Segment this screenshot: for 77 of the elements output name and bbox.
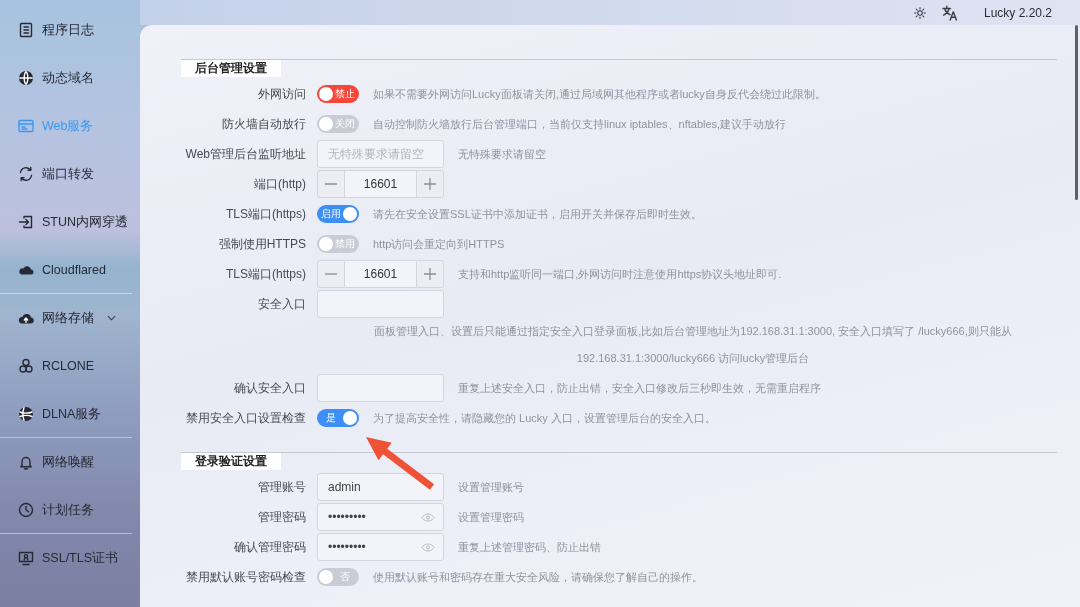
field-label: 确认管理密码 — [234, 538, 306, 556]
field-label: 防火墙自动放行 — [222, 115, 306, 133]
sidebar-item[interactable]: 网络唤醒 — [0, 438, 132, 486]
plus-icon — [424, 178, 436, 190]
help-text: 设置管理密码 — [458, 509, 524, 525]
clock-icon — [18, 502, 34, 518]
translate-icon[interactable] — [941, 4, 958, 21]
list-document-icon — [18, 22, 34, 38]
password-field[interactable]: ••••••••• — [317, 533, 444, 561]
sidebar-item[interactable]: 网络存储 — [0, 294, 132, 342]
sidebar-item[interactable]: SSL/TLS证书 — [0, 534, 132, 582]
eye-icon[interactable] — [421, 542, 435, 552]
scrollbar-thumb[interactable] — [1075, 25, 1078, 200]
sidebar-item[interactable]: 程序日志 — [0, 6, 132, 54]
decrement-button[interactable] — [317, 260, 345, 288]
section-title: 后台管理设置 — [181, 60, 281, 77]
field-label: Web管理后台监听地址 — [185, 145, 306, 163]
toggle-switch[interactable]: 启用 — [317, 205, 359, 223]
field-label: 管理账号 — [258, 478, 306, 496]
help-text: 设置管理账号 — [458, 479, 524, 495]
version-label: Lucky 2.20.2 — [983, 5, 1052, 20]
minus-icon — [325, 273, 337, 275]
help-text: 重复上述管理密码、防止出错 — [458, 539, 601, 555]
sidebar-item[interactable]: DLNA服务 — [0, 390, 132, 438]
field-label: TLS端口(https) — [226, 205, 306, 223]
globe-icon — [18, 70, 34, 86]
help-text: 重复上述安全入口，防止出错，安全入口修改后三秒即生效，无需重启程序 — [458, 380, 821, 396]
text-field[interactable]: 无特殊要求请留空 — [317, 140, 444, 168]
toggle-switch[interactable]: 禁止 — [317, 85, 359, 103]
password-field[interactable]: ••••••••• — [317, 503, 444, 531]
decrement-button[interactable] — [317, 170, 345, 198]
field-label: 管理密码 — [258, 508, 306, 526]
help-text: 为了提高安全性，请隐藏您的 Lucky 入口，设置管理后台的安全入口。 — [373, 410, 716, 426]
field-label: 禁用安全入口设置检查 — [186, 409, 306, 427]
help-text: 如果不需要外网访问Lucky面板请关闭,通过局域网其他程序或者lucky自身反代会绕过此限制。 — [373, 86, 826, 102]
toggle-switch[interactable]: 是 — [317, 409, 359, 427]
plus-icon — [424, 268, 436, 280]
help-text: 自动控制防火墙放行后台管理端口，当前仅支持linux iptables、nftables,建议手动放行 — [373, 116, 787, 132]
refresh-arrows-icon — [18, 166, 34, 182]
increment-button[interactable] — [416, 170, 444, 198]
increment-button[interactable] — [416, 260, 444, 288]
eye-icon[interactable] — [421, 512, 435, 522]
minus-icon — [325, 183, 337, 185]
field-label: 确认安全入口 — [234, 379, 306, 397]
field-label: 强制使用HTTPS — [218, 235, 306, 253]
sidebar-item[interactable]: RCLONE — [0, 342, 132, 390]
bell-icon — [18, 454, 34, 470]
help-text: 使用默认账号和密码存在重大安全风险，请确保您了解自己的操作。 — [373, 569, 703, 585]
sidebar-item[interactable]: Cloudflared — [0, 246, 132, 294]
arrow-into-bracket-icon — [18, 214, 34, 230]
sidebar-item[interactable]: STUN内网穿透 — [0, 198, 132, 246]
help-text: 支持和http监听同一端口,外网访问时注意使用https协议头地址即可. — [458, 266, 782, 282]
help-text: http访问会重定向到HTTPS — [373, 236, 505, 252]
help-text: 面板管理入口、设置后只能通过指定安全入口登录面板,比如后台管理地址为192.168.31.1:3000, 安全入口填写了 /lucky666,则只能从 192.168.31.1:3000/lucky666 访问lucky管理后台 — [374, 324, 1012, 366]
field-label: 禁用默认账号密码检查 — [186, 568, 306, 586]
text-field[interactable] — [317, 374, 444, 402]
field-label: 端口(http) — [254, 175, 306, 193]
globe-icon — [18, 406, 34, 422]
help-text: 无特殊要求请留空 — [458, 146, 546, 162]
field-label: 外网访问 — [258, 85, 306, 103]
number-field[interactable]: 16601 — [345, 170, 416, 198]
number-field[interactable]: 16601 — [345, 260, 416, 288]
sidebar-item[interactable]: 动态域名 — [0, 54, 132, 102]
sidebar-item[interactable]: 计划任务 — [0, 486, 132, 534]
section-title: 登录验证设置 — [181, 453, 281, 470]
text-field[interactable]: admin — [317, 473, 444, 501]
text-field[interactable] — [317, 290, 444, 318]
browser-window-icon — [18, 118, 34, 134]
sidebar-item[interactable]: 端口转发 — [0, 150, 132, 198]
sun-icon[interactable] — [913, 6, 926, 19]
help-text: 请先在安全设置SSL证书中添加证书，启用开关并保存后即时生效。 — [373, 206, 702, 222]
chevron-icon[interactable] — [107, 315, 116, 321]
field-label: TLS端口(https) — [226, 265, 306, 283]
field-label: 安全入口 — [258, 295, 306, 313]
three-rings-icon — [18, 358, 34, 374]
monitor-icon — [18, 550, 34, 566]
annotation-arrow — [365, 436, 435, 491]
